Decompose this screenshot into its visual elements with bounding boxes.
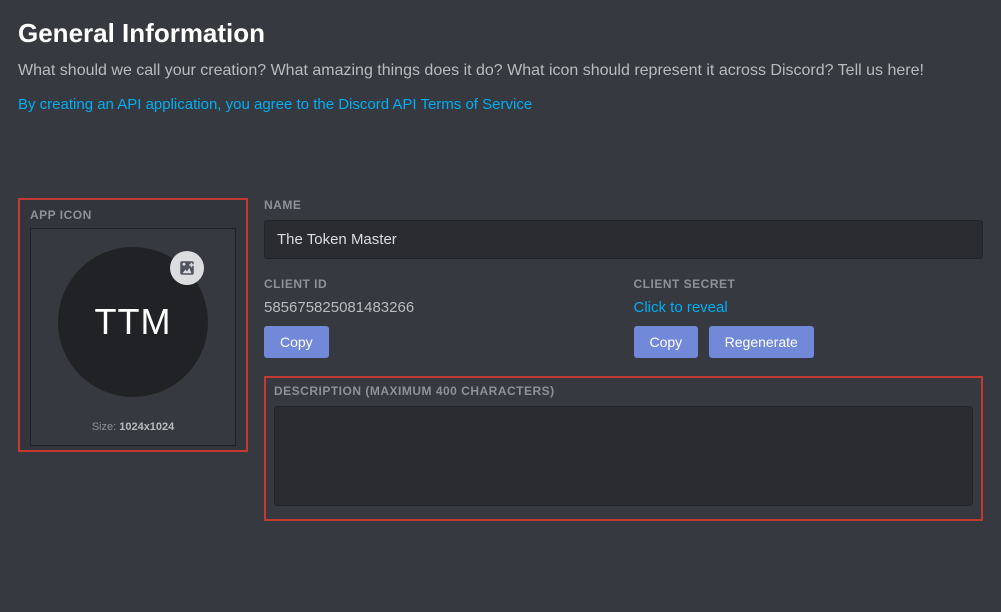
client-id-label: CLIENT ID — [264, 277, 614, 291]
client-secret-label: CLIENT SECRET — [634, 277, 984, 291]
upload-image-icon[interactable] — [170, 251, 204, 285]
copy-client-secret-button[interactable]: Copy — [634, 326, 699, 358]
description-section: DESCRIPTION (MAXIMUM 400 CHARACTERS) — [264, 376, 983, 521]
tos-link[interactable]: By creating an API application, you agre… — [18, 96, 532, 113]
avatar-initials: TTM — [95, 301, 172, 343]
name-label: NAME — [264, 198, 983, 212]
client-id-value: 585675825081483266 — [264, 299, 614, 316]
client-id-section: CLIENT ID 585675825081483266 Copy — [264, 277, 614, 358]
client-secret-section: CLIENT SECRET Click to reveal Copy Regen… — [634, 277, 984, 358]
name-input[interactable] — [264, 220, 983, 259]
app-icon-label: APP ICON — [30, 208, 236, 222]
name-section: NAME — [264, 198, 983, 259]
app-icon-size: Size: 1024x1024 — [92, 421, 175, 433]
page-title: General Information — [18, 18, 983, 49]
copy-client-id-button[interactable]: Copy — [264, 326, 329, 358]
page-subtitle: What should we call your creation? What … — [18, 59, 983, 82]
app-icon-section: APP ICON TTM Size: 1024x1024 — [18, 198, 248, 452]
reveal-secret-link[interactable]: Click to reveal — [634, 299, 728, 316]
app-icon-upload-zone[interactable]: TTM Size: 1024x1024 — [30, 228, 236, 446]
description-label: DESCRIPTION (MAXIMUM 400 CHARACTERS) — [274, 384, 973, 398]
description-textarea[interactable] — [274, 406, 973, 506]
regenerate-secret-button[interactable]: Regenerate — [709, 326, 814, 358]
